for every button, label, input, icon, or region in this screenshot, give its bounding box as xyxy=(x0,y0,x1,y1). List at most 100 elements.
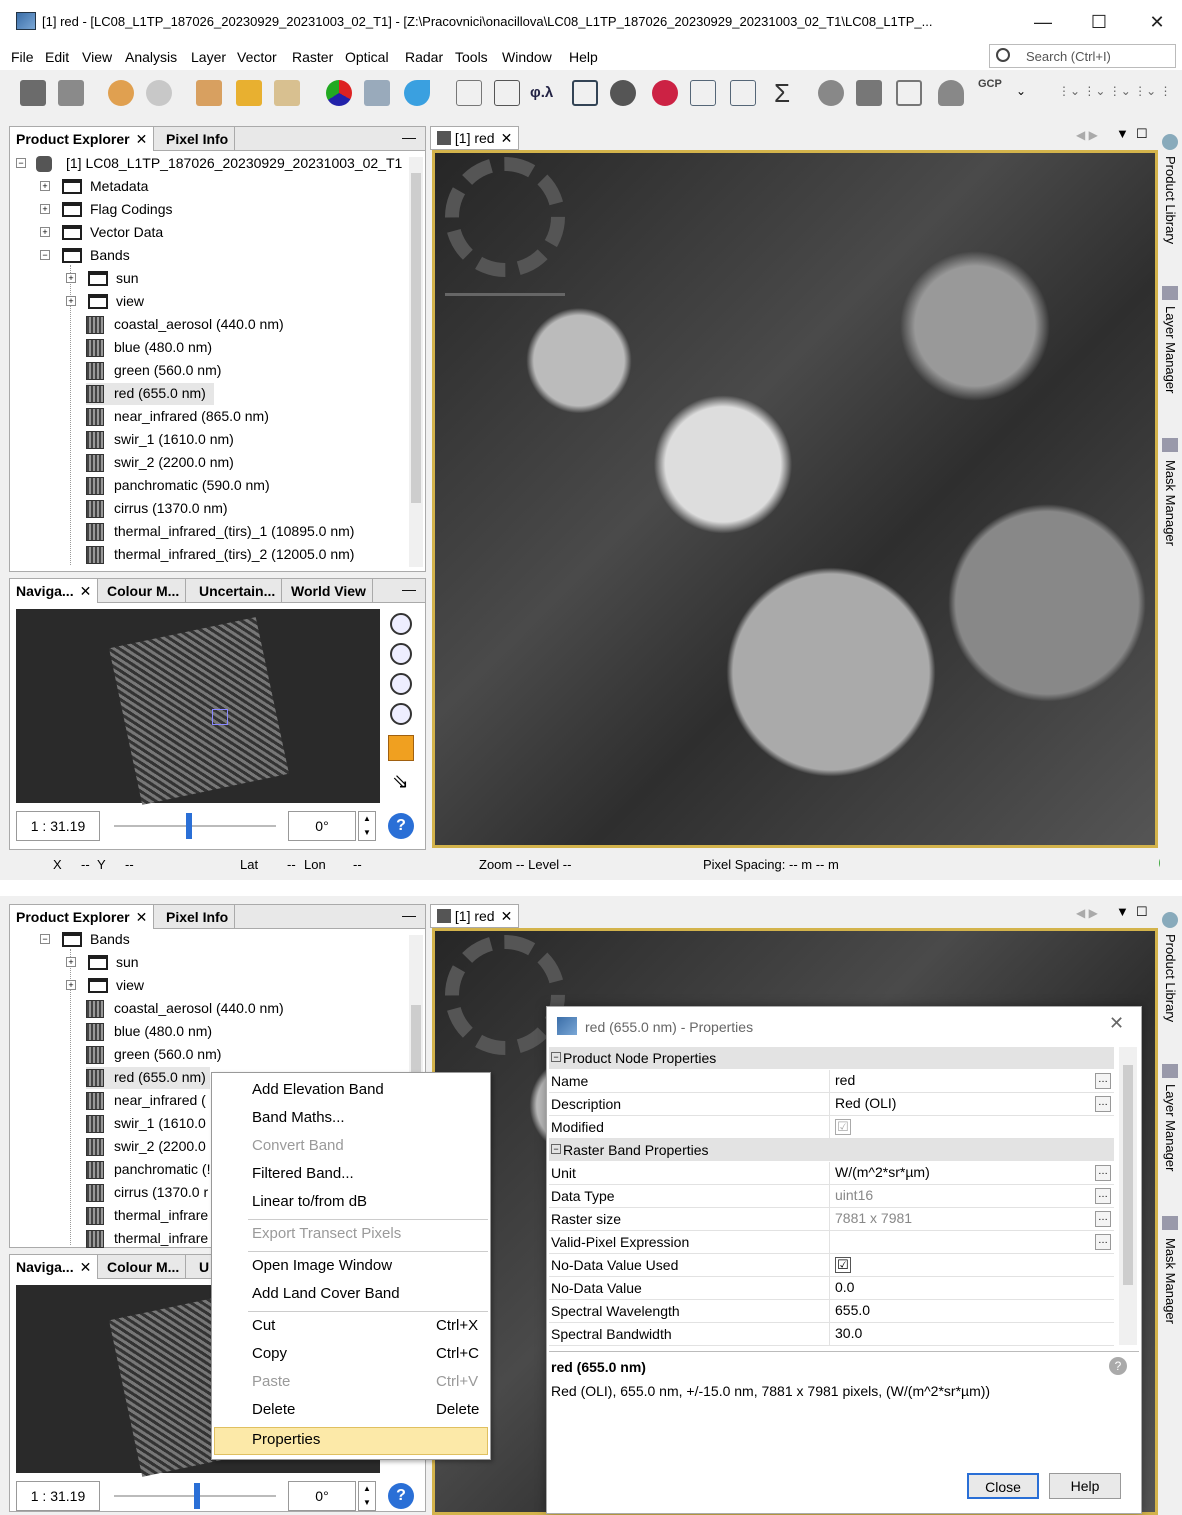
rotation-spinner[interactable]: ▲ ▼ xyxy=(358,1481,376,1511)
toolbar-more-icon[interactable]: ⋮⌄ ⋮⌄ ⋮⌄ ⋮⌄ ⋮ xyxy=(1058,84,1172,98)
scrollbar[interactable] xyxy=(409,157,423,567)
property-value[interactable]: W/(m^2*sr*µm) xyxy=(835,1164,930,1180)
help-button[interactable]: Help xyxy=(1049,1473,1121,1499)
menu-view[interactable]: View xyxy=(82,49,112,65)
close-window-button[interactable]: ✕ xyxy=(1142,10,1172,34)
menu-layer[interactable]: Layer xyxy=(191,49,226,65)
tab-mask-manager[interactable]: Mask Manager xyxy=(1163,1238,1178,1324)
close-icon[interactable]: ✕ xyxy=(501,908,513,924)
tab-layer-manager[interactable]: Layer Manager xyxy=(1163,306,1178,393)
close-icon[interactable]: ✕ xyxy=(80,1259,92,1275)
menu-item-add-elevation-band[interactable]: Add Elevation Band xyxy=(252,1081,384,1098)
profile-plot-icon[interactable] xyxy=(690,80,716,106)
property-row[interactable]: Unit W/(m^2*sr*µm)… xyxy=(549,1162,1114,1185)
dialog-close-icon[interactable]: ✕ xyxy=(1109,1013,1124,1034)
open-product-icon[interactable] xyxy=(20,80,46,106)
gcp-tool-icon[interactable]: GCP xyxy=(978,78,1002,90)
band-tool-icon[interactable] xyxy=(196,80,222,106)
property-row[interactable]: Data Type uint16… xyxy=(549,1185,1114,1208)
tab-colour-manipulation[interactable]: Colour M... xyxy=(101,579,187,603)
tab-mask-manager[interactable]: Mask Manager xyxy=(1163,460,1178,546)
expand-icon[interactable]: + xyxy=(40,204,50,214)
property-value[interactable]: 30.0 xyxy=(835,1325,862,1341)
menu-item-band-maths[interactable]: Band Maths... xyxy=(252,1109,345,1126)
tab-image-red[interactable]: [1] red ✕ xyxy=(430,126,520,150)
expand-icon[interactable]: + xyxy=(40,227,50,237)
tab-list-icon[interactable]: ▼ xyxy=(1116,904,1129,919)
collapse-icon[interactable]: − xyxy=(16,158,26,168)
menu-item-properties[interactable]: Properties xyxy=(252,1431,320,1448)
tree-band-selected[interactable]: red (655.0 nm) xyxy=(86,383,214,405)
world-map-icon[interactable] xyxy=(404,80,430,106)
undo-icon[interactable] xyxy=(108,80,134,106)
menu-radar[interactable]: Radar xyxy=(405,49,443,65)
scale-field[interactable]: 1 : 31.19 xyxy=(16,1481,100,1511)
property-row[interactable]: No-Data Value Used ☑ xyxy=(549,1254,1114,1277)
property-row[interactable]: No-Data Value 0.0 xyxy=(549,1277,1114,1300)
rotation-spinner[interactable]: ▲ ▼ xyxy=(358,811,376,841)
collapse-icon[interactable]: − xyxy=(551,1052,561,1062)
property-row[interactable]: Spectral Bandwidth 30.0 xyxy=(549,1323,1114,1346)
edit-ellipsis-button[interactable]: … xyxy=(1095,1073,1111,1089)
tab-layer-manager[interactable]: Layer Manager xyxy=(1163,1084,1178,1171)
tree-root-product[interactable]: − [1] LC08_L1TP_187026_20230929_20231003… xyxy=(14,153,404,175)
navigation-preview[interactable] xyxy=(16,609,380,805)
tab-colour-manipulation[interactable]: Colour M... xyxy=(101,1255,187,1279)
zoom-out-icon[interactable] xyxy=(390,643,412,665)
image-view[interactable] xyxy=(432,150,1158,848)
menu-help[interactable]: Help xyxy=(569,49,598,65)
viewport-rectangle[interactable] xyxy=(212,709,228,725)
group-raster-band[interactable]: − Raster Band Properties xyxy=(549,1139,1114,1161)
search-box[interactable]: Search (Ctrl+I) xyxy=(989,44,1176,68)
rgb-image-icon[interactable] xyxy=(326,80,352,106)
tab-product-library[interactable]: Product Library xyxy=(1163,934,1178,1022)
close-icon[interactable]: ✕ xyxy=(80,583,92,599)
draw-line-icon[interactable] xyxy=(456,80,482,106)
pin-manager-icon[interactable] xyxy=(856,80,882,106)
zoom-all-icon[interactable] xyxy=(390,703,412,725)
menu-optical[interactable]: Optical xyxy=(345,49,389,65)
expand-icon[interactable]: + xyxy=(66,296,76,306)
tab-list-icon[interactable]: ▼ xyxy=(1116,126,1129,141)
mask-icon[interactable] xyxy=(818,80,844,106)
grid-icon[interactable] xyxy=(896,80,922,106)
tab-navigation[interactable]: Naviga... ✕ xyxy=(10,1255,99,1279)
edit-icon[interactable] xyxy=(494,80,520,106)
layers-icon[interactable] xyxy=(364,80,390,106)
save-product-icon[interactable] xyxy=(58,80,84,106)
property-value[interactable]: Red (OLI) xyxy=(835,1095,896,1111)
zoom-pixel-icon[interactable] xyxy=(390,673,412,695)
collapse-icon[interactable]: − xyxy=(551,1144,561,1154)
property-row[interactable]: Name red… xyxy=(549,1070,1114,1093)
menu-item-copy[interactable]: Copy xyxy=(252,1345,287,1362)
tab-pixel-info[interactable]: Pixel Info xyxy=(160,905,236,929)
toolbar-overflow-icon[interactable]: ⌄ xyxy=(1016,84,1026,98)
expand-icon[interactable]: + xyxy=(66,273,76,283)
sync-cursor-icon[interactable]: ⇘ xyxy=(392,769,409,794)
menu-item-cut[interactable]: Cut xyxy=(252,1317,275,1334)
property-row[interactable]: Valid-Pixel Expression… xyxy=(549,1231,1114,1254)
maximize-view-icon[interactable]: ☐ xyxy=(1136,904,1148,920)
zoom-in-icon[interactable] xyxy=(390,613,412,635)
edit-ellipsis-button[interactable]: … xyxy=(1095,1234,1111,1250)
tab-world-view[interactable]: World View xyxy=(285,579,373,603)
rotation-field[interactable]: 0° xyxy=(288,811,356,841)
pin-tool-icon[interactable] xyxy=(938,80,964,106)
property-row[interactable]: Description Red (OLI)… xyxy=(549,1093,1114,1116)
expand-icon[interactable]: + xyxy=(66,980,76,990)
property-scrollbar[interactable] xyxy=(1119,1047,1137,1345)
menu-item-linear-db[interactable]: Linear to/from dB xyxy=(252,1193,367,1210)
tab-product-explorer[interactable]: Product Explorer ✕ xyxy=(10,127,155,151)
collapse-icon[interactable]: − xyxy=(40,250,50,260)
menu-tools[interactable]: Tools xyxy=(455,49,488,65)
help-icon[interactable]: ? xyxy=(388,813,414,839)
zoom-slider-thumb[interactable] xyxy=(194,1483,200,1509)
no-data-used-checkbox[interactable]: ☑ xyxy=(835,1257,851,1273)
property-row[interactable]: Raster size 7881 x 7981… xyxy=(549,1208,1114,1231)
tab-uncertainty[interactable]: Uncertain... xyxy=(193,579,283,603)
menu-file[interactable]: File xyxy=(11,49,34,65)
edit-ellipsis-button[interactable]: … xyxy=(1095,1188,1111,1204)
scatter-plot-icon[interactable] xyxy=(730,80,756,106)
menu-item-filtered-band[interactable]: Filtered Band... xyxy=(252,1165,354,1182)
collapse-icon[interactable]: − xyxy=(40,934,50,944)
